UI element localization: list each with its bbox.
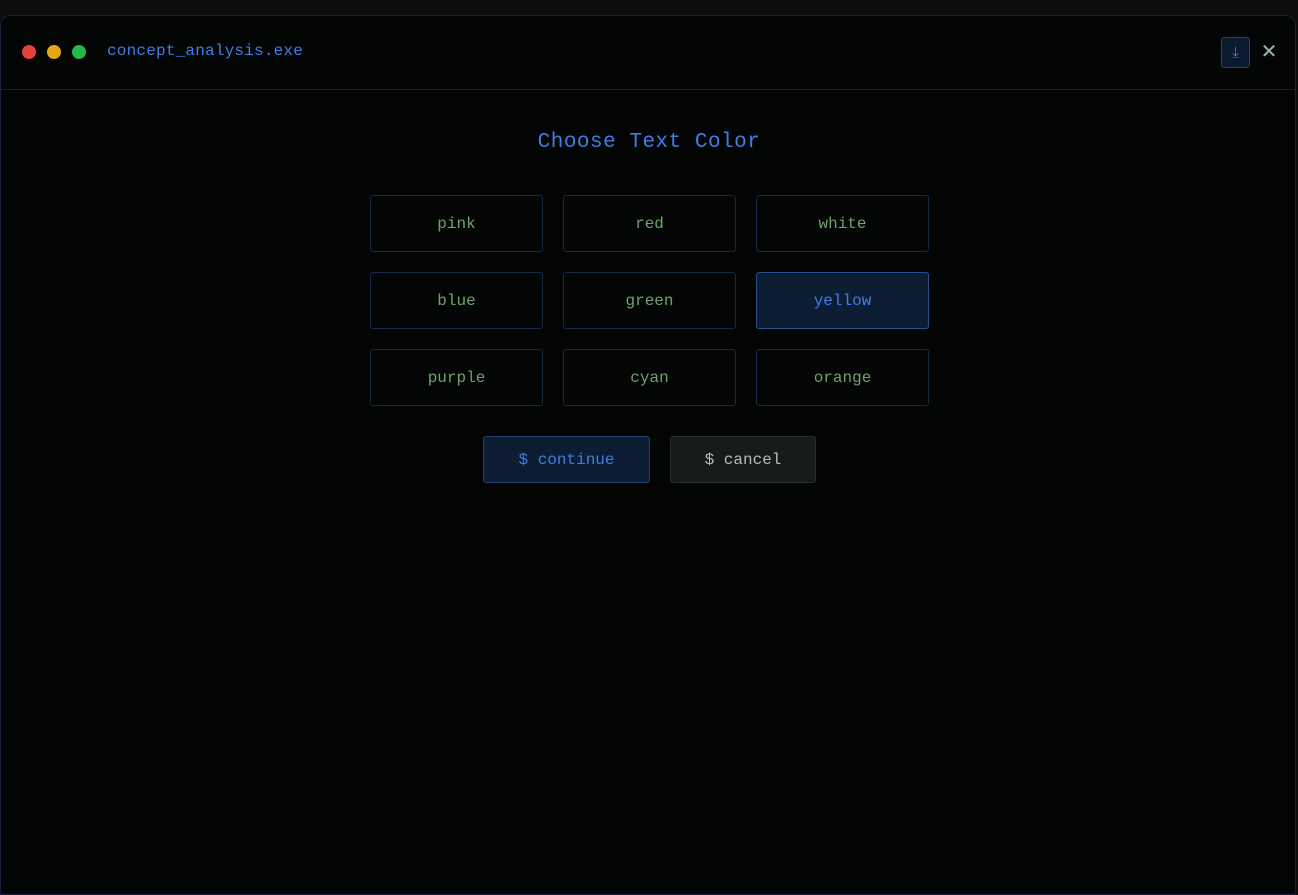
color-option-yellow[interactable]: yellow [756, 272, 929, 329]
option-label: purple [427, 368, 486, 387]
option-label: green [625, 291, 674, 310]
continue-label: $ continue [518, 450, 615, 469]
color-option-purple[interactable]: purple [370, 349, 543, 406]
cancel-label: $ cancel [704, 450, 782, 469]
color-option-red[interactable]: red [563, 195, 736, 252]
minimize-window-dot[interactable] [47, 45, 61, 59]
color-options-grid: pink red white blue green yellow purple … [370, 195, 929, 406]
dialog-actions: $ continue $ cancel [483, 436, 816, 483]
download-button[interactable]: ⤓ [1221, 37, 1250, 68]
window-title: concept_analysis.exe [107, 42, 304, 60]
app-window: concept_analysis.exe ⤓ ✕ Choose Text Col… [0, 15, 1296, 895]
close-icon: ✕ [1260, 39, 1278, 63]
color-option-orange[interactable]: orange [756, 349, 929, 406]
color-option-cyan[interactable]: cyan [563, 349, 736, 406]
option-label: white [818, 214, 867, 233]
option-label: red [635, 214, 664, 233]
title-bar: concept_analysis.exe ⤓ ✕ [1, 16, 1295, 90]
close-button[interactable]: ✕ [1259, 39, 1279, 63]
color-option-green[interactable]: green [563, 272, 736, 329]
option-label: orange [813, 368, 872, 387]
continue-button[interactable]: $ continue [483, 436, 650, 483]
dialog-heading: Choose Text Color [537, 131, 761, 154]
close-window-dot[interactable] [22, 45, 36, 59]
option-label: cyan [630, 368, 669, 387]
option-label: blue [437, 291, 476, 310]
color-option-white[interactable]: white [756, 195, 929, 252]
download-icon: ⤓ [1232, 44, 1239, 62]
cancel-button[interactable]: $ cancel [670, 436, 816, 483]
desktop-top-strip [0, 0, 1298, 16]
color-option-blue[interactable]: blue [370, 272, 543, 329]
color-option-pink[interactable]: pink [370, 195, 543, 252]
option-label: pink [437, 214, 476, 233]
option-label: yellow [813, 291, 872, 310]
maximize-window-dot[interactable] [72, 45, 86, 59]
